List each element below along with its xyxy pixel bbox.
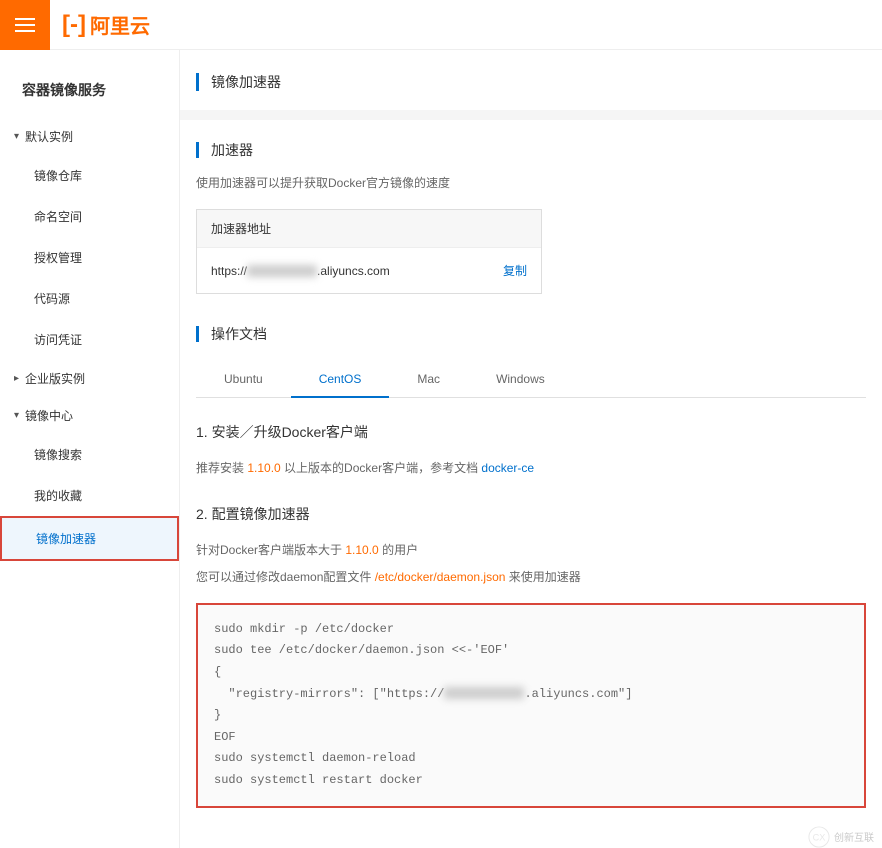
section-divider [180, 110, 882, 120]
code-masked [444, 687, 524, 699]
sidebar: 容器镜像服务 默认实例 镜像仓库 命名空间 授权管理 代码源 访问凭证 企业版实… [0, 50, 180, 848]
accent-bar [196, 142, 199, 158]
code-line: { [214, 665, 221, 679]
code-line: sudo tee /etc/docker/daemon.json <<-'EOF… [214, 643, 509, 657]
accelerator-url: https:// .aliyuncs.com [211, 264, 390, 278]
url-masked [247, 265, 317, 277]
code-line: EOF [214, 730, 236, 744]
watermark-text: 创新互联 [834, 829, 874, 844]
sidebar-title: 容器镜像服务 [0, 68, 179, 118]
sidebar-item-access-credential[interactable]: 访问凭证 [0, 319, 179, 360]
accelerator-desc: 使用加速器可以提升获取Docker官方镜像的速度 [196, 174, 866, 191]
step1-title: 1. 安装／升级Docker客户端 [196, 422, 866, 442]
sidebar-item-auth[interactable]: 授权管理 [0, 237, 179, 278]
main-content: 镜像加速器 加速器 使用加速器可以提升获取Docker官方镜像的速度 加速器地址… [180, 50, 882, 848]
tab-windows[interactable]: Windows [468, 362, 573, 397]
url-suffix: .aliyuncs.com [317, 264, 390, 278]
top-bar: [-] 阿里云 [0, 0, 882, 50]
sidebar-group-label: 镜像中心 [25, 407, 73, 424]
code-line: sudo mkdir -p /etc/docker [214, 622, 394, 636]
code-line: sudo systemctl daemon-reload [214, 751, 416, 765]
step2-title: 2. 配置镜像加速器 [196, 504, 866, 524]
accelerator-url-box: 加速器地址 https:// .aliyuncs.com 复制 [196, 209, 542, 294]
watermark: CX 创新互联 [808, 826, 874, 848]
code-line: sudo systemctl restart docker [214, 773, 423, 787]
watermark-icon: CX [808, 826, 830, 848]
version-highlight: 1.10.0 [345, 543, 378, 557]
text: 推荐安装 [196, 461, 247, 475]
heading-text: 加速器 [211, 140, 253, 160]
sidebar-item-image-repo[interactable]: 镜像仓库 [0, 155, 179, 196]
step1-text: 推荐安装 1.10.0 以上版本的Docker客户端，参考文档 docker-c… [196, 458, 866, 480]
step2-line1: 针对Docker客户端版本大于 1.10.0 的用户 [196, 540, 866, 562]
sidebar-item-my-favorites[interactable]: 我的收藏 [0, 475, 179, 516]
docker-ce-link[interactable]: docker-ce [481, 461, 534, 475]
text: 来使用加速器 [505, 570, 580, 584]
logo-icon: [-] [62, 11, 86, 39]
path-highlight: /etc/docker/daemon.json [375, 570, 506, 584]
version-highlight: 1.10.0 [247, 461, 280, 475]
tab-ubuntu[interactable]: Ubuntu [196, 362, 291, 397]
accelerator-heading: 加速器 [196, 140, 866, 160]
copy-button[interactable]: 复制 [503, 262, 527, 279]
svg-text:CX: CX [813, 832, 826, 842]
sidebar-group-enterprise[interactable]: 企业版实例 [0, 360, 179, 397]
text: 您可以通过修改daemon配置文件 [196, 570, 375, 584]
menu-toggle-button[interactable] [0, 0, 50, 50]
accent-bar [196, 326, 199, 342]
code-block: sudo mkdir -p /etc/docker sudo tee /etc/… [196, 603, 866, 808]
url-box-title: 加速器地址 [197, 210, 541, 248]
heading-text: 操作文档 [211, 324, 267, 344]
sidebar-group-default-instance[interactable]: 默认实例 [0, 118, 179, 155]
sidebar-group-label: 企业版实例 [25, 370, 85, 387]
sidebar-item-image-search[interactable]: 镜像搜索 [0, 434, 179, 475]
sidebar-item-image-accelerator[interactable]: 镜像加速器 [0, 516, 179, 561]
sidebar-group-image-center[interactable]: 镜像中心 [0, 397, 179, 434]
logo[interactable]: [-] 阿里云 [62, 10, 150, 39]
page-title: 镜像加速器 [211, 72, 281, 92]
hamburger-icon [15, 18, 35, 32]
accent-bar [196, 73, 199, 91]
tab-centos[interactable]: CentOS [291, 362, 390, 398]
tab-mac[interactable]: Mac [389, 362, 468, 397]
url-prefix: https:// [211, 264, 247, 278]
page-header: 镜像加速器 [180, 50, 882, 110]
text: 以上版本的Docker客户端，参考文档 [281, 461, 482, 475]
os-tabs: Ubuntu CentOS Mac Windows [196, 362, 866, 398]
logo-text: 阿里云 [90, 10, 150, 39]
docs-heading: 操作文档 [196, 324, 866, 344]
code-line: "registry-mirrors": ["https:// [214, 687, 444, 701]
code-line: .aliyuncs.com"] [524, 687, 632, 701]
sidebar-group-label: 默认实例 [25, 128, 73, 145]
sidebar-item-code-source[interactable]: 代码源 [0, 278, 179, 319]
text: 的用户 [379, 543, 418, 557]
code-line: } [214, 708, 221, 722]
text: 针对Docker客户端版本大于 [196, 543, 345, 557]
step2-line2: 您可以通过修改daemon配置文件 /etc/docker/daemon.jso… [196, 567, 866, 589]
sidebar-item-namespace[interactable]: 命名空间 [0, 196, 179, 237]
